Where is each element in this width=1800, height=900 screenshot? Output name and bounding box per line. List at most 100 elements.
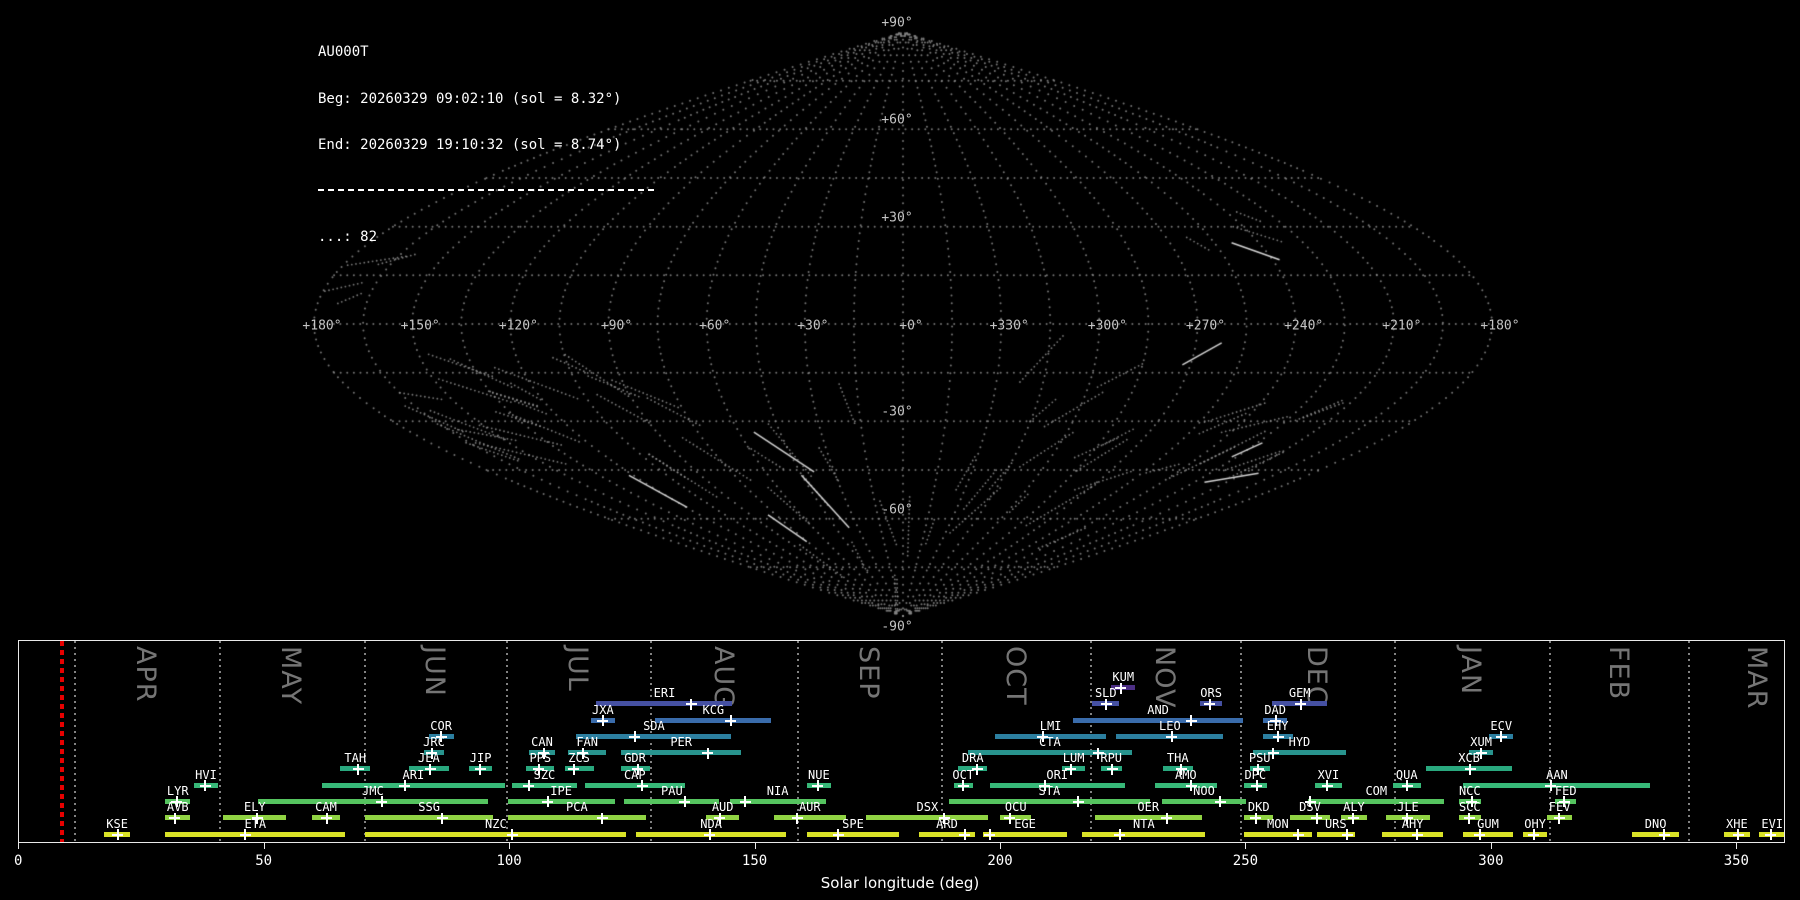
shower-peak-marker — [1732, 829, 1744, 841]
shower-code-label: HYD — [1288, 735, 1311, 750]
shower-peak-marker — [1114, 829, 1126, 841]
map-lon-label: +0° — [899, 318, 923, 334]
shower-code-label: JEA — [418, 751, 440, 766]
shower-code-label: CAN — [531, 735, 553, 750]
shower-code-label: XVI — [1317, 767, 1340, 782]
shower-code-label: STA — [1038, 783, 1061, 798]
shower-code-label: COR — [430, 718, 452, 733]
shower-code-label: DKD — [1247, 800, 1270, 815]
map-lon-label: +270° — [1185, 318, 1226, 334]
shower-code-label: GUM — [1477, 816, 1499, 831]
map-lat-label: +30° — [881, 210, 913, 226]
shower-peak-marker — [679, 796, 691, 808]
shower-peak-marker — [685, 698, 697, 710]
x-axis-tick-label: 300 — [1478, 853, 1504, 869]
shower-peak-marker — [1474, 829, 1486, 841]
current-sol-line — [62, 641, 65, 842]
shower-code-label: LUM — [1062, 751, 1085, 766]
month-boundary-line — [505, 641, 508, 842]
shower-code-label: AUR — [798, 800, 821, 815]
shower-peak-marker — [1295, 698, 1307, 710]
shower-peak-marker — [1115, 682, 1127, 694]
end-time-line: End: 20260329 19:10:32 (sol = 8.74°) — [318, 137, 622, 153]
shower-bar — [365, 831, 627, 837]
x-axis-tick-label: 50 — [255, 853, 273, 869]
shower-code-label: ORS — [1200, 686, 1222, 701]
shower-code-label: HVI — [195, 767, 217, 782]
shower-peak-marker — [1204, 698, 1216, 710]
x-axis-title: Solar longitude (deg) — [820, 874, 980, 892]
shower-code-label: TAH — [344, 751, 367, 766]
shower-peak-marker — [1321, 780, 1333, 792]
shower-code-label: AND — [1147, 702, 1169, 717]
shower-code-label: ARI — [402, 767, 425, 782]
shower-code-label: OHY — [1524, 816, 1546, 831]
x-axis-tick-label: 350 — [1723, 853, 1749, 869]
map-lon-label: +60° — [699, 318, 731, 334]
shower-peak-marker — [1311, 812, 1323, 824]
map-lon-label: +30° — [797, 318, 829, 334]
shower-peak-marker — [1251, 780, 1263, 792]
shower-peak-marker — [506, 829, 518, 841]
shower-code-label: GEM — [1288, 686, 1311, 701]
x-axis-tick — [1736, 843, 1738, 849]
shower-peak-marker — [1658, 829, 1670, 841]
shower-peak-marker — [704, 829, 716, 841]
shower-code-label: COM — [1365, 783, 1388, 798]
shower-peak-marker — [1341, 829, 1353, 841]
map-lat-label: -90° — [881, 619, 913, 635]
shower-bar — [576, 733, 732, 739]
shower-code-label: NUE — [808, 767, 830, 782]
shower-code-label: NCC — [1458, 783, 1481, 798]
shower-bar — [1308, 798, 1445, 804]
shower-peak-marker — [1106, 763, 1118, 775]
shower-code-label: FAN — [576, 735, 598, 750]
x-axis-tick-label: 100 — [496, 853, 522, 869]
shower-code-label: SLD — [1094, 686, 1117, 701]
month-label: FEB — [1602, 646, 1634, 701]
shower-peak-marker — [1463, 812, 1475, 824]
map-lon-label: +180° — [1480, 318, 1520, 334]
shower-peak-marker — [629, 731, 641, 743]
shower-code-label: ORI — [1046, 767, 1069, 782]
shower-peak-marker — [739, 796, 751, 808]
shower-peak-marker — [1100, 698, 1112, 710]
shower-code-label: PAU — [661, 783, 683, 798]
x-axis-tick-label: 250 — [1232, 853, 1259, 869]
shower-bar — [257, 798, 488, 804]
shower-bar — [807, 831, 899, 837]
shower-code-label: EGE — [1014, 816, 1036, 831]
month-label: AUG — [707, 646, 739, 709]
map-lat-label: -30° — [881, 404, 913, 420]
shower-bar — [507, 798, 615, 804]
shower-peak-marker — [399, 780, 411, 792]
shower-code-label: RPU — [1100, 751, 1123, 766]
shower-code-label: SSG — [418, 800, 440, 815]
shower-code-label: DPC — [1244, 767, 1267, 782]
x-axis-tick-label: 0 — [13, 853, 23, 869]
shower-peak-marker — [1214, 796, 1226, 808]
observation-header: AU000T Beg: 20260329 09:02:10 (sol = 8.3… — [318, 14, 654, 276]
x-axis-tick-label: 150 — [741, 853, 768, 869]
shower-code-label: ARD — [936, 816, 958, 831]
shower-code-label: AVB — [166, 800, 189, 815]
shower-code-label: NOO — [1193, 783, 1215, 798]
shower-code-label: IPE — [550, 783, 572, 798]
shower-code-label: FED — [1554, 783, 1577, 798]
shower-code-label: OCT — [952, 767, 975, 782]
x-axis-tick — [1490, 843, 1492, 849]
shower-code-label: NZC — [485, 816, 507, 831]
shower-code-label: QUA — [1395, 767, 1418, 782]
shower-peak-marker — [702, 747, 714, 759]
shower-peak-marker — [597, 715, 609, 727]
meteor-radiant-screen: AU000T Beg: 20260329 09:02:10 (sol = 8.3… — [0, 0, 1800, 900]
shower-peak-marker — [1401, 780, 1413, 792]
shower-code-label: EHY — [1266, 718, 1289, 733]
shower-code-label: NDA — [700, 816, 722, 831]
shower-bar — [365, 815, 493, 821]
month-boundary-line — [1687, 641, 1690, 842]
shower-code-label: KCG — [702, 702, 725, 717]
shower-code-label: AHY — [1401, 816, 1424, 831]
shower-bar — [1462, 831, 1513, 837]
x-axis-tick — [263, 843, 265, 849]
